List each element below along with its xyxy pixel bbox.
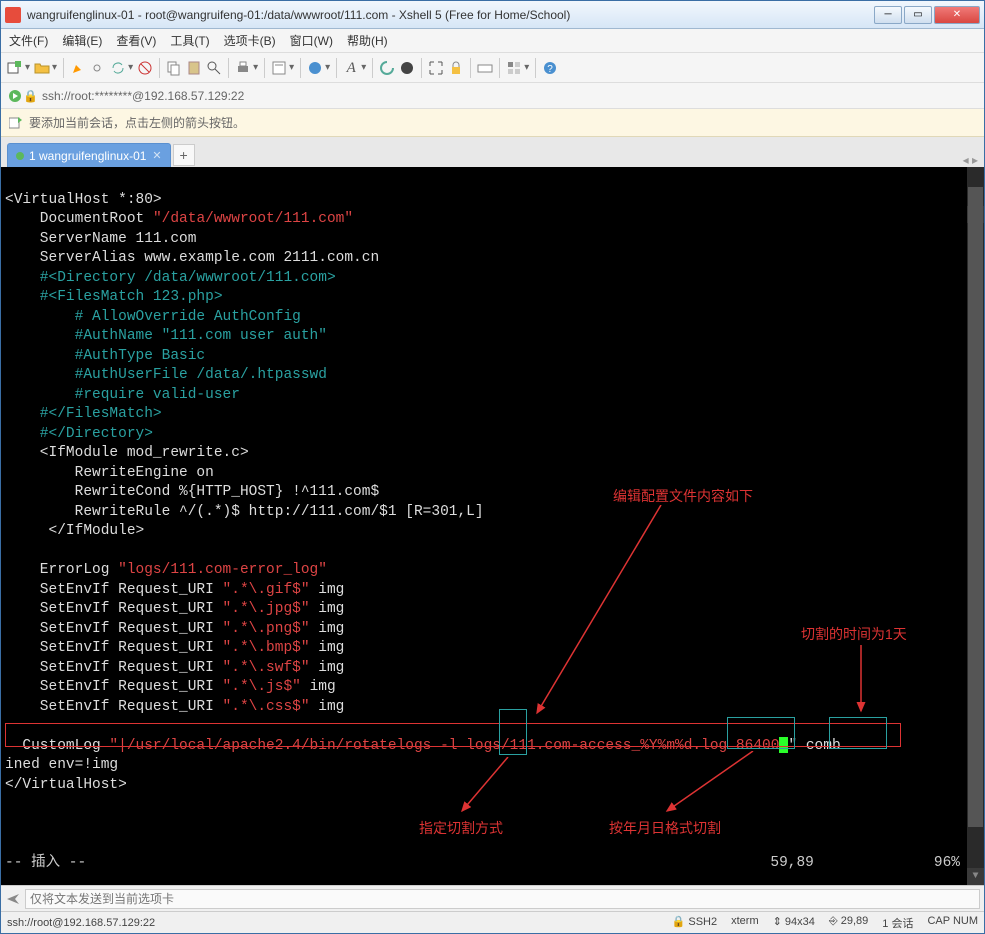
sendbar [1,885,984,911]
app-icon [5,7,21,23]
scroll-down-icon[interactable]: ▼ [967,868,984,885]
status-cap-num: CAP NUM [927,915,978,931]
terminal[interactable]: <VirtualHost *:80> DocumentRoot "/data/w… [1,167,984,885]
tile-icon[interactable] [506,60,522,76]
tab-label: 1 wangruifenglinux-01 [29,149,146,163]
menu-help[interactable]: 帮助(H) [347,32,388,49]
terminal-scrollbar[interactable]: ▲ ▼ [967,167,984,885]
copy-icon[interactable] [166,60,182,76]
fullscreen-icon[interactable] [428,60,444,76]
window-buttons: ─ ▭ ✕ [874,6,980,24]
paste-icon[interactable] [186,60,202,76]
help-icon[interactable]: ? [542,60,558,76]
vim-status-line: -- 插入 -- 59,89 96% [5,854,980,874]
lock-icon: 🔒 [23,89,38,103]
menu-tools[interactable]: 工具(T) [170,32,209,49]
link-icon[interactable] [90,60,106,76]
status-size: ⇕ 94x34 [773,915,815,931]
svg-text:?: ? [547,64,553,75]
vim-position: 59,89 [770,854,814,874]
tab-nav[interactable]: ◂ ▸ [963,153,978,167]
info-add-icon[interactable] [9,116,23,130]
maximize-button[interactable]: ▭ [904,6,932,24]
vim-mode: -- 插入 -- [5,854,86,874]
arrow-method [456,757,516,817]
annotation-method: 指定切割方式 [419,819,503,839]
highlight-seconds [829,717,887,749]
status-url: ssh://root@192.168.57.129:22 [7,917,155,929]
find-icon[interactable] [206,60,222,76]
app-window: wangruifenglinux-01 - root@wangruifeng-0… [0,0,985,934]
annotation-ymd: 按年月日格式切割 [609,819,721,839]
vim-percent: 96% [934,854,960,874]
infobar: 要添加当前会话，点击左侧的箭头按钮。 [1,109,984,137]
menubar: 文件(F) 编辑(E) 查看(V) 工具(T) 选项卡(B) 窗口(W) 帮助(… [1,29,984,53]
annotation-config: 编辑配置文件内容如下 [613,487,753,507]
refresh-icon[interactable] [379,60,395,76]
window-title: wangruifenglinux-01 - root@wangruifeng-0… [27,8,874,22]
globe-icon[interactable] [307,60,323,76]
new-session-icon[interactable] [7,60,23,76]
status-pos: ⎆ 29,89 [829,915,868,931]
status-ssh: 🔒 SSH2 [672,915,718,931]
reconnect-icon[interactable] [110,60,126,76]
close-button[interactable]: ✕ [934,6,980,24]
statusbar: ssh://root@192.168.57.129:22 🔒 SSH2 xter… [1,911,984,933]
addressbar: 🔒 ssh://root:********@192.168.57.129:22 [1,83,984,109]
toolbar: ▾ ▾ ▾ ▾ ▾ ▾ A▾ ▾ ? [1,53,984,83]
menu-file[interactable]: 文件(F) [9,32,48,49]
open-icon[interactable] [34,60,50,76]
menu-edit[interactable]: 编辑(E) [62,32,102,49]
menu-tabs[interactable]: 选项卡(B) [224,32,276,49]
highlight-icon[interactable] [70,60,86,76]
new-tab-button[interactable]: + [173,144,195,166]
arrow-config [531,505,671,719]
menu-window[interactable]: 窗口(W) [290,32,333,49]
minimize-button[interactable]: ─ [874,6,902,24]
properties-icon[interactable] [271,60,287,76]
tab-close-icon[interactable]: ✕ [152,149,161,162]
status-sessions: 1 会话 [882,915,913,931]
send-input[interactable] [25,889,980,909]
disconnect-icon[interactable] [137,60,153,76]
scroll-thumb[interactable] [968,187,983,827]
stop-icon[interactable] [399,60,415,76]
lock-icon[interactable] [448,60,464,76]
titlebar: wangruifenglinux-01 - root@wangruifeng-0… [1,1,984,29]
menu-view[interactable]: 查看(V) [116,32,156,49]
session-arrow-icon[interactable] [7,88,23,104]
annotation-oneday: 切割的时间为1天 [801,625,907,645]
tabbar: 1 wangruifenglinux-01 ✕ + ◂ ▸ [1,137,984,167]
arrow-ymd [661,751,761,817]
highlight-dash-l [499,709,527,755]
status-dot-icon [16,152,24,160]
arrow-oneday [851,645,871,717]
status-term: xterm [731,915,759,931]
font-icon[interactable]: A [343,60,359,76]
address-url[interactable]: ssh://root:********@192.168.57.129:22 [42,89,244,103]
print-icon[interactable] [235,60,251,76]
keyboard-icon[interactable] [477,60,493,76]
send-icon[interactable] [5,891,21,907]
session-tab[interactable]: 1 wangruifenglinux-01 ✕ [7,143,171,167]
infobar-text: 要添加当前会话，点击左侧的箭头按钮。 [29,114,245,131]
highlight-datefmt [727,717,795,749]
